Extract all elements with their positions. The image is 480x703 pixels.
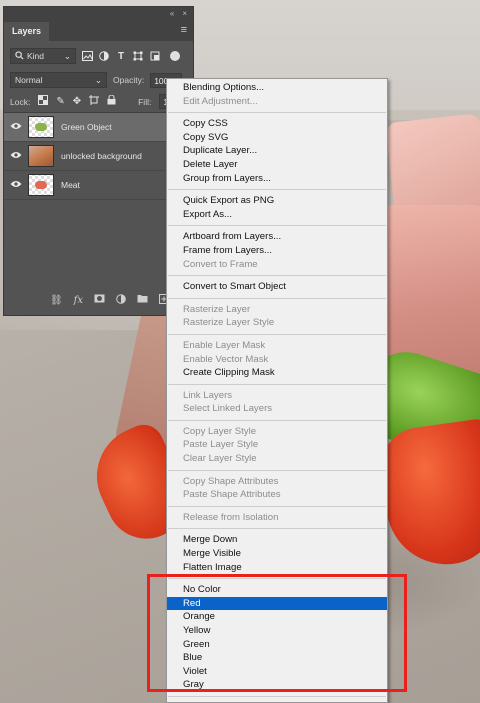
chevron-down-icon: ⌄ [63, 50, 71, 61]
ham-cube-back [385, 113, 480, 218]
folder-icon[interactable] [137, 294, 148, 306]
menu-separator [168, 383, 386, 385]
menu-separator [168, 528, 386, 530]
menu-item-flatten-image[interactable]: Flatten Image [167, 561, 387, 575]
menu-item-clear-layer-style: Clear Layer Style [183, 453, 257, 465]
menu-item-frame-from-layers[interactable]: Frame from Layers... [167, 244, 387, 258]
menu-item-duplicate-layer[interactable]: Duplicate Layer... [167, 144, 387, 158]
menu-separator [168, 505, 386, 507]
annotation-highlight-box [147, 574, 407, 692]
lock-all-icon[interactable] [107, 94, 116, 108]
blend-row: Normal ⌄ Opacity: 100% [4, 69, 193, 91]
layer-thumbnail [28, 145, 54, 167]
adjustment-filter-icon[interactable] [98, 50, 110, 62]
layer-thumbnail [28, 116, 54, 138]
link-icon[interactable]: ⛓ [50, 295, 63, 306]
lock-row: Lock: ✎ ✥ Fill: 100% [4, 91, 193, 113]
eye-visibility-icon[interactable] [4, 151, 28, 162]
layer-row-unlocked-background[interactable]: unlocked background [4, 142, 193, 171]
layer-name: Meat [61, 180, 80, 190]
chevron-down-icon: ⌄ [94, 74, 102, 85]
eye-visibility-icon[interactable] [4, 180, 28, 191]
adjustment-icon[interactable] [116, 293, 126, 307]
eye-visibility-icon[interactable] [4, 122, 28, 133]
menu-item-blending-options[interactable]: Blending Options... [167, 81, 387, 95]
menu-item-copy-svg[interactable]: Copy SVG [167, 131, 387, 145]
smart-object-filter-icon[interactable] [149, 50, 161, 62]
lock-image-pixels-icon[interactable]: ✎ [56, 96, 64, 107]
close-panel-icon[interactable]: × [182, 9, 187, 18]
menu-separator [168, 189, 386, 191]
layer-list: Green Object unlocked background Meat [4, 113, 193, 291]
menu-item-paste-shape-attributes: Paste Shape Attributes [183, 489, 281, 501]
panel-tabbar: Layers ≡ [4, 19, 193, 41]
layer-name: Green Object [61, 122, 112, 132]
filter-kind-select[interactable]: Kind ⌄ [10, 48, 76, 64]
layer-row-green-object[interactable]: Green Object [4, 113, 193, 142]
layer-name: unlocked background [61, 151, 142, 161]
menu-item-create-clipping-mask[interactable]: Create Clipping Mask [167, 366, 387, 380]
panel-menu-icon[interactable]: ≡ [181, 24, 193, 41]
layer-row-meat[interactable]: Meat [4, 171, 193, 200]
menu-separator [168, 275, 386, 277]
menu-item-group-from-layers[interactable]: Group from Layers... [167, 172, 387, 186]
panel-topbar: « × [4, 7, 193, 19]
menu-separator [168, 695, 386, 697]
menu-item-copy-layer-style: Copy Layer Style [183, 425, 257, 437]
filter-toggle-icon[interactable] [170, 51, 180, 61]
pixel-filter-icon[interactable] [81, 50, 93, 62]
menu-item-copy-shape-attributes: Copy Shape Attributes [183, 475, 279, 487]
collapse-panel-icon[interactable]: « [170, 9, 174, 18]
mask-icon[interactable] [94, 294, 105, 306]
menu-item-rasterize-layer: Rasterize Layer [183, 303, 251, 315]
blend-mode-select[interactable]: Normal ⌄ [10, 72, 107, 88]
menu-item-convert-to-smart-object[interactable]: Convert to Smart Object [167, 280, 387, 294]
blend-mode-value: Normal [15, 75, 43, 85]
menu-item-release-from-isolation: Release from Isolation [183, 511, 279, 523]
opacity-label: Opacity: [113, 75, 145, 85]
panel-bottom-toolbar: ⛓ fx [4, 285, 193, 315]
shape-filter-icon[interactable] [132, 50, 144, 62]
menu-item-rasterize-layer-style: Rasterize Layer Style [183, 317, 275, 329]
menu-item-paste-layer-style: Paste Layer Style [183, 439, 259, 451]
menu-separator [168, 225, 386, 227]
lock-transparent-pixels-icon[interactable] [38, 95, 49, 108]
menu-item-link-layers: Link Layers [183, 389, 233, 401]
lock-position-icon[interactable]: ✥ [73, 96, 81, 107]
menu-item-merge-visible[interactable]: Merge Visible [167, 547, 387, 561]
menu-item-quick-export-as-png[interactable]: Quick Export as PNG [167, 194, 387, 208]
search-icon [15, 50, 24, 62]
menu-item-artboard-from-layers[interactable]: Artboard from Layers... [167, 230, 387, 244]
menu-separator [168, 469, 386, 471]
fx-icon[interactable]: fx [74, 295, 83, 306]
menu-item-export-as[interactable]: Export As... [167, 208, 387, 222]
menu-item-copy-css[interactable]: Copy CSS [167, 117, 387, 131]
menu-item-edit-adjustment: Edit Adjustment... [183, 95, 258, 107]
menu-separator [168, 297, 386, 299]
menu-item-enable-layer-mask: Enable Layer Mask [183, 339, 266, 351]
menu-item-select-linked-layers: Select Linked Layers [183, 403, 273, 415]
menu-item-merge-down[interactable]: Merge Down [167, 533, 387, 547]
menu-separator [168, 419, 386, 421]
menu-item-delete-layer[interactable]: Delete Layer [167, 158, 387, 172]
menu-item-enable-vector-mask: Enable Vector Mask [183, 353, 269, 365]
menu-separator [168, 333, 386, 335]
filter-row: Kind ⌄ T [4, 45, 193, 67]
fill-label: Fill: [138, 96, 152, 107]
lock-label: Lock: [10, 96, 31, 107]
tab-layers[interactable]: Layers [4, 22, 50, 41]
artboard-lock-icon[interactable] [89, 95, 100, 108]
menu-item-convert-to-frame: Convert to Frame [183, 258, 258, 270]
filter-kind-value: Kind [27, 51, 45, 61]
type-filter-icon[interactable]: T [115, 50, 127, 62]
layer-thumbnail [28, 174, 54, 196]
menu-separator [168, 112, 386, 114]
